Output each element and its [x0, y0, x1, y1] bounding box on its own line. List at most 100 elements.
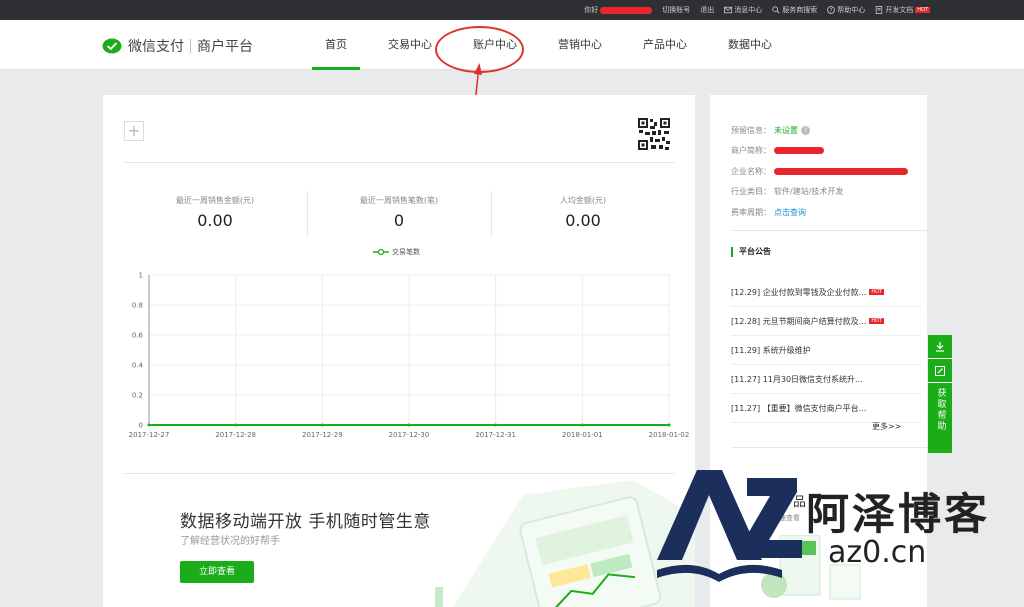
x-tick-label: 2017-12-29	[302, 431, 343, 439]
notice-text: [12.29] 企业付款到零钱及企业付款...	[731, 287, 867, 297]
pre-info-label: 预留信息：	[731, 125, 771, 135]
dev-docs-link[interactable]: 开发文档 HOT	[875, 5, 930, 15]
search-icon	[772, 6, 780, 14]
merchant-info: 预留信息： 未设置 ? 商户简称： 企业名称： 行业类目： 软件/建站/技术开发…	[731, 120, 908, 223]
divider	[731, 447, 927, 448]
redacted-username	[600, 6, 653, 14]
service-search-link[interactable]: 服务商搜索	[772, 5, 817, 15]
data-point	[234, 423, 238, 427]
watermark-brand: 阿泽博客	[806, 490, 990, 540]
stat-average-amount: 人均金额(元) 0.00	[491, 191, 675, 241]
y-tick-label: 0.8	[132, 302, 143, 310]
document-icon	[876, 6, 883, 14]
notice-item[interactable]: [12.29] 企业付款到零钱及企业付款... HOT	[731, 278, 921, 307]
y-tick-label: 1	[139, 272, 143, 280]
mail-icon	[724, 6, 733, 14]
floating-toolbar: 获取帮助	[928, 335, 952, 453]
data-point	[147, 423, 151, 427]
logout-link[interactable]: 退出	[700, 5, 714, 15]
promo-title: 数据移动端开放 手机随时管生意	[180, 512, 431, 532]
notice-item[interactable]: [11.27] 【重要】微信支付商户平台...	[731, 394, 921, 423]
x-tick-label: 2017-12-28	[215, 431, 256, 439]
switch-account-link[interactable]: 切换账号	[662, 5, 690, 15]
hot-badge: HOT	[869, 289, 885, 295]
pre-info-row: 预留信息： 未设置 ?	[731, 120, 908, 141]
messages-link[interactable]: 消息中心	[724, 5, 762, 15]
industry-row: 行业类目： 软件/建站/技术开发	[731, 182, 908, 203]
pre-info-value[interactable]: 未设置	[774, 125, 798, 136]
wechat-pay-logo-icon	[102, 38, 122, 54]
stat-label: 最近一周销售金额(元)	[175, 196, 255, 205]
stat-weekly-sales-amount: 最近一周销售金额(元) 0.00	[123, 191, 307, 241]
data-point	[667, 423, 671, 427]
dev-docs-label: 开发文档	[885, 6, 914, 14]
stats-row: 最近一周销售金额(元) 0.00 最近一周销售笔数(笔) 0 人均金额(元) 0…	[123, 191, 675, 241]
legend-line-marker-icon	[373, 248, 389, 256]
x-tick-label: 2018-01-01	[562, 431, 603, 439]
y-tick-label: 0.6	[132, 332, 144, 340]
tab-data-center[interactable]: 数据中心	[715, 20, 785, 70]
rate-period-row: 费率周期： 点击查询	[731, 202, 908, 223]
notice-item[interactable]: [12.28] 元旦节期间商户结算付款及... HOT	[731, 307, 921, 336]
y-tick-label: 0.4	[132, 362, 144, 370]
transaction-line-chart: 1 0.8 0.6 0.4 0.2 02017-12-27 2017-12-28 2017-1…	[129, 272, 690, 440]
notice-text: [11.27] 11月30日微信支付系统升...	[731, 374, 863, 384]
add-shortcut-button[interactable]: +	[124, 121, 144, 141]
notice-text: [12.28] 元旦节期间商户结算付款及...	[731, 316, 867, 326]
get-help-button[interactable]: 获取帮助	[928, 383, 952, 453]
tab-product-center[interactable]: 产品中心	[630, 20, 700, 70]
y-tick-label: 0	[139, 422, 143, 430]
help-link[interactable]: ? 帮助中心	[827, 5, 865, 15]
notice-item[interactable]: [11.29] 系统升级维护	[731, 336, 921, 365]
short-name-row: 商户简称：	[731, 141, 908, 162]
greeting-text: 你好	[584, 6, 599, 14]
stat-label: 人均金额(元)	[559, 196, 607, 205]
top-bar: 你好 切换账号 退出 消息中心 服务商搜索 ? 帮助中心 开发文档 HOT	[0, 0, 1024, 20]
stat-value: 0.00	[197, 211, 233, 230]
stat-label: 最近一周销售笔数(笔)	[359, 196, 439, 205]
view-now-button[interactable]: 立即查看	[180, 561, 254, 583]
notice-title: 平台公告	[731, 247, 771, 257]
brand-logo[interactable]: 微信支付 商户平台	[102, 36, 253, 56]
question-icon: ?	[827, 6, 836, 14]
feedback-button[interactable]	[928, 359, 952, 383]
legend-label: 交易笔数	[392, 248, 420, 256]
more-notices-link[interactable]: 更多>>	[872, 421, 901, 432]
hot-badge: HOT	[915, 7, 930, 13]
x-tick-label: 2017-12-31	[475, 431, 516, 439]
messages-label: 消息中心	[734, 6, 763, 14]
brand-name: 微信支付	[128, 39, 184, 55]
company-name-label: 企业名称：	[731, 166, 771, 176]
download-button[interactable]	[928, 335, 952, 359]
watermark-url: az0.cn	[828, 535, 927, 570]
divider	[123, 162, 675, 163]
stat-weekly-sales-count: 最近一周销售笔数(笔) 0	[307, 191, 491, 241]
data-point	[407, 423, 411, 427]
hot-badge: HOT	[869, 318, 885, 324]
tab-home[interactable]: 首页	[312, 20, 360, 70]
redacted-short-name	[774, 147, 824, 155]
notice-item[interactable]: [11.27] 11月30日微信支付系统升...	[731, 365, 921, 394]
notice-text: [11.29] 系统升级维护	[731, 345, 811, 355]
data-point	[320, 423, 324, 427]
chart-legend[interactable]: 交易笔数	[373, 247, 420, 257]
stat-value: 0	[393, 211, 405, 230]
brand-divider	[190, 39, 191, 53]
question-icon[interactable]: ?	[801, 125, 810, 135]
dashboard-card: + 最近一周销售金额(元) 0.00 最近一周销售笔数(笔) 0 人均金额(元)…	[103, 95, 695, 607]
rate-period-link[interactable]: 点击查询	[774, 207, 806, 218]
company-name-row: 企业名称：	[731, 161, 908, 182]
qr-code-icon[interactable]	[637, 117, 671, 151]
download-icon	[936, 341, 944, 352]
divider	[731, 230, 927, 231]
short-name-label: 商户简称：	[731, 146, 771, 156]
data-point	[580, 423, 584, 427]
x-tick-label: 2017-12-27	[129, 431, 170, 439]
redacted-company-name	[774, 167, 908, 175]
notice-text: [11.27] 【重要】微信支付商户平台...	[731, 403, 867, 413]
platform-name: 商户平台	[197, 39, 253, 55]
divider	[123, 473, 675, 474]
mobile-promo-illustration	[435, 480, 695, 607]
tab-marketing-center[interactable]: 营销中心	[545, 20, 615, 70]
promo-subtitle: 了解经营状况的好帮手	[180, 536, 280, 547]
